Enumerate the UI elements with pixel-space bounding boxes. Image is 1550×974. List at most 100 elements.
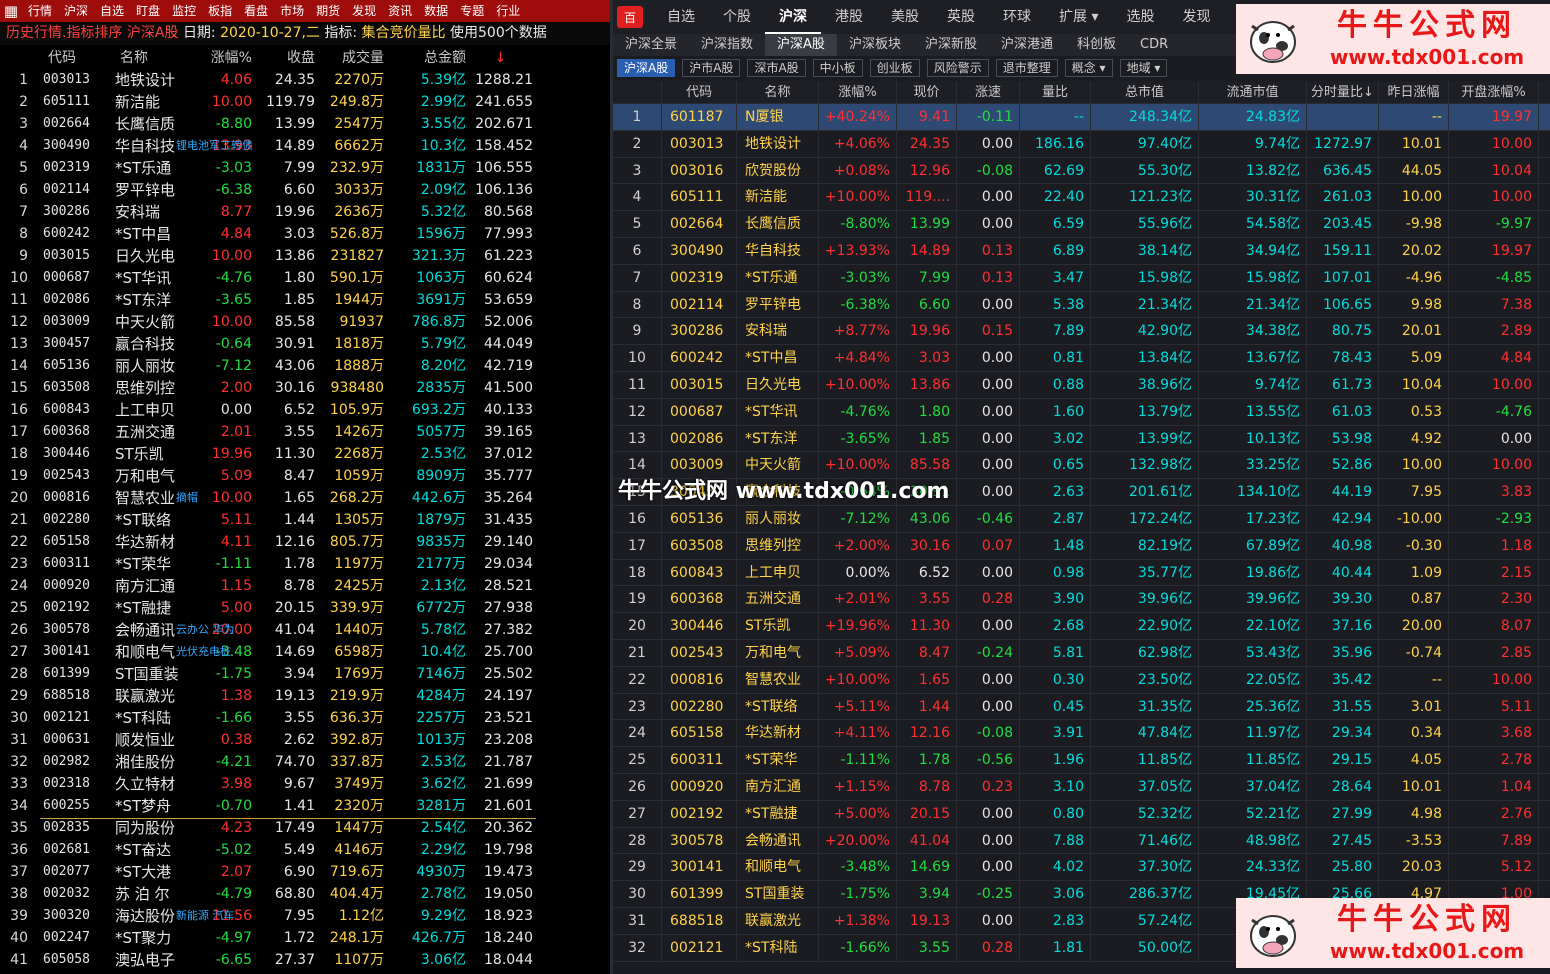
- col-change-pct[interactable]: 涨幅%: [819, 81, 897, 104]
- top-tab[interactable]: 发现: [1168, 0, 1224, 34]
- left-menu-item[interactable]: 数据: [418, 0, 454, 22]
- table-row[interactable]: 2 003013 地铁设计 +4.06% 24.35 0.00 186.16 97.40亿 9.…: [613, 130, 1550, 158]
- title-indicator[interactable]: 集合竞价量比: [362, 25, 446, 41]
- left-menu-item[interactable]: 盯盘: [130, 0, 166, 22]
- table-row[interactable]: 25 600311 *ST荣华 -1.11% 1.78 -0.56 1.96 11.85亿 11…: [613, 747, 1550, 774]
- table-row[interactable]: 34 600255 *ST梦舟 -0.70 1.41 2320万 3281万 21.601: [0, 795, 610, 817]
- filter-tab[interactable]: 概念 ▾: [1064, 59, 1113, 77]
- table-row[interactable]: 7 002319 *ST乐通 -3.03% 7.99 0.13 3.47 15.98亿 15.9…: [613, 264, 1550, 292]
- col-volume[interactable]: 成交量: [318, 47, 384, 69]
- table-row[interactable]: 15 603508 思维列控 2.00 30.16 938480 2835万 41.500: [0, 377, 610, 399]
- col-code[interactable]: 代码: [48, 47, 76, 69]
- table-row[interactable]: 28 601399 ST国重装 -1.75 3.94 1769万 7146万 25.502: [0, 663, 610, 685]
- sub-tab[interactable]: 沪深指数: [689, 34, 765, 56]
- table-row[interactable]: 25 002192 *ST融捷 5.00 20.15 339.9万 6772万 27.938: [0, 597, 610, 619]
- table-row[interactable]: 24 000920 南方汇通 1.15 8.78 2425万 2.13亿 28.521: [0, 575, 610, 597]
- table-row[interactable]: 18 300446 ST乐凯 19.96 11.30 2268万 2.53亿 37.012: [0, 443, 610, 465]
- col-total-market-cap[interactable]: 总市值: [1091, 81, 1199, 104]
- table-row[interactable]: 11 002086 *ST东洋 -3.65 1.85 1944万 3691万 53.659: [0, 289, 610, 311]
- col-intraday-volume-ratio[interactable]: 分时量比↓: [1307, 81, 1379, 104]
- filter-tab[interactable]: 沪市A股: [682, 59, 741, 77]
- col-row-index[interactable]: [613, 81, 662, 104]
- table-row[interactable]: 23 600311 *ST荣华 -1.11 1.78 1197万 2177万 29.034: [0, 553, 610, 575]
- table-row[interactable]: 22 000816 智慧农业 +10.00% 1.65 0.00 0.30 23.50亿 22.…: [613, 666, 1550, 694]
- title-date[interactable]: 2020-10-27,二: [220, 25, 320, 41]
- col-current-price[interactable]: 现价: [897, 81, 957, 104]
- left-menu-item[interactable]: 行情: [22, 0, 58, 22]
- table-row[interactable]: 39 300320 海达股份 11.56 7.95 1.12亿 9.29亿 18.923 新能源…: [0, 905, 610, 927]
- left-menu-item[interactable]: 监控: [166, 0, 202, 22]
- left-menu-item[interactable]: 板指: [202, 0, 238, 22]
- table-row[interactable]: 13 002086 *ST东洋 -3.65% 1.85 0.00 3.02 13.99亿 10.…: [613, 425, 1550, 453]
- table-row[interactable]: 38 002032 苏 泊 尔 -4.79 68.80 404.4万 2.78亿 19.050: [0, 883, 610, 905]
- top-tab[interactable]: 港股: [821, 0, 877, 34]
- left-menu-item[interactable]: 行业: [490, 0, 526, 22]
- top-tab[interactable]: 环球: [989, 0, 1045, 34]
- table-row[interactable]: 32 002982 湘佳股份 -4.21 74.70 337.8万 2.53亿 21.787: [0, 751, 610, 773]
- filter-tab[interactable]: 地域 ▾: [1119, 59, 1168, 77]
- sub-tab[interactable]: 沪深板块: [837, 34, 913, 56]
- table-row[interactable]: 11 003015 日久光电 +10.00% 13.86 0.00 0.88 38.96亿 9.…: [613, 372, 1550, 399]
- table-row[interactable]: 8 600242 *ST中昌 4.84 3.03 526.8万 1596万 77.993: [0, 223, 610, 245]
- col-stock-name[interactable]: 名称: [737, 81, 819, 104]
- table-row[interactable]: 29 688518 联赢激光 1.38 19.13 219.9万 4284万 24.197: [0, 685, 610, 707]
- sub-tab[interactable]: 沪深新股: [913, 34, 989, 56]
- table-row[interactable]: 1 601187 N厦银 +40.24% 9.41 -0.11 -- 248.34亿 24.83…: [613, 104, 1550, 131]
- table-row[interactable]: 22 605158 华达新材 4.11 12.16 805.7万 9835万 29.140: [0, 531, 610, 553]
- col-pct[interactable]: 涨幅%: [190, 47, 252, 69]
- table-row[interactable]: 12 003009 中天火箭 10.00 85.58 91937 786.8万 52.006: [0, 311, 610, 333]
- col-volume-ratio[interactable]: 量比: [1020, 81, 1091, 104]
- table-row[interactable]: 27 300141 和顺电气 -3.48 14.69 6598万 10.4亿 25.700 光伏…: [0, 641, 610, 663]
- sub-tab[interactable]: 沪深A股: [765, 34, 837, 56]
- table-row[interactable]: 6 300490 华自科技 +13.93% 14.89 0.13 6.89 38.14亿 34.…: [613, 238, 1550, 265]
- table-row[interactable]: 5 002319 *ST乐通 -3.03 7.99 232.9万 1831万 106.555: [0, 157, 610, 179]
- left-menu-item[interactable]: 专题: [454, 0, 490, 22]
- top-tab[interactable]: 个股: [709, 0, 765, 34]
- table-row[interactable]: 5 002664 长鹰信质 -8.80% 13.99 0.00 6.59 55.96亿 54.5…: [613, 211, 1550, 238]
- col-close[interactable]: 收盘: [255, 47, 315, 69]
- table-row[interactable]: 4 300490 华自科技 13.93 14.89 6662万 10.3亿 158.452 锂电…: [0, 135, 610, 157]
- filter-tab[interactable]: 中小板: [812, 59, 863, 77]
- sort-arrow-icon[interactable]: ↓: [468, 47, 533, 69]
- table-row[interactable]: 20 300446 ST乐凯 +19.96% 11.30 0.00 2.68 22.90亿 22…: [613, 613, 1550, 640]
- table-row[interactable]: 21 002280 *ST联络 5.11 1.44 1305万 1879万 31.435: [0, 509, 610, 531]
- table-row[interactable]: 7 300286 安科瑞 8.77 19.96 2636万 5.32亿 80.568: [0, 201, 610, 223]
- table-row[interactable]: 21 002543 万和电气 +5.09% 8.47 -0.24 5.81 62.98亿 53.…: [613, 640, 1550, 667]
- top-tab[interactable]: 美股: [877, 0, 933, 34]
- filter-tab[interactable]: 沪深A股: [617, 59, 676, 77]
- filter-tab[interactable]: 退市整理: [995, 59, 1058, 77]
- sub-tab[interactable]: CDR: [1128, 34, 1180, 56]
- top-tab[interactable]: 自选: [653, 0, 709, 34]
- filter-tab[interactable]: 深市A股: [747, 59, 806, 77]
- table-row[interactable]: 24 605158 华达新材 +4.11% 12.16 -0.08 3.91 47.84亿 11…: [613, 720, 1550, 748]
- table-row[interactable]: 33 002318 久立特材 3.98 9.67 3749万 3.62亿 21.699: [0, 773, 610, 795]
- left-menu-item[interactable]: 自选: [94, 0, 130, 22]
- table-row[interactable]: 8 002114 罗平锌电 -6.38% 6.60 0.00 5.38 21.34亿 21.34…: [613, 291, 1550, 319]
- table-row[interactable]: 27 002192 *ST融捷 +5.00% 20.15 0.00 0.80 52.32亿 52…: [613, 800, 1550, 828]
- col-change-speed[interactable]: 涨速: [957, 81, 1020, 104]
- table-row[interactable]: 18 600843 上工申贝 0.00% 6.52 0.00 0.98 35.77亿 19.86…: [613, 559, 1550, 587]
- top-tab[interactable]: 英股: [933, 0, 989, 34]
- left-menu-item[interactable]: 期货: [310, 0, 346, 22]
- top-tab[interactable]: 选股: [1112, 0, 1168, 34]
- top-tab[interactable]: 沪深: [765, 0, 821, 34]
- col-stock-code[interactable]: 代码: [662, 81, 737, 104]
- table-row[interactable]: 10 600242 *ST中昌 +4.84% 3.03 0.00 0.81 13.84亿 13.…: [613, 345, 1550, 372]
- table-row[interactable]: 28 300578 会畅通讯 +20.00% 41.04 0.00 7.88 71.46亿 48…: [613, 827, 1550, 855]
- table-row[interactable]: 30 002121 *ST科陆 -1.66 3.55 636.3万 2257万 23.521: [0, 707, 610, 729]
- table-row[interactable]: 29 300141 和顺电气 -3.48% 14.69 0.00 4.02 37.30亿 24.…: [613, 854, 1550, 882]
- table-row[interactable]: 26 300578 会畅通讯 20.00 41.04 1440万 5.78亿 27.382 云办…: [0, 619, 610, 641]
- col-float-market-cap[interactable]: 流通市值: [1199, 81, 1307, 104]
- grid-menu-icon[interactable]: ▦: [0, 0, 22, 22]
- table-row[interactable]: 9 003015 日久光电 10.00 13.86 231827 321.3万 61.223: [0, 245, 610, 267]
- table-row[interactable]: 17 603508 思维列控 +2.00% 30.16 0.07 1.48 82.19亿 67.…: [613, 532, 1550, 560]
- sub-tab[interactable]: 沪深港通: [989, 34, 1065, 56]
- left-menu-item[interactable]: 看盘: [238, 0, 274, 22]
- filter-tab[interactable]: 风险警示: [926, 59, 989, 77]
- table-row[interactable]: 10 000687 *ST华讯 -4.76 1.80 590.1万 1063万 60.624: [0, 267, 610, 289]
- table-row[interactable]: 12 000687 *ST华讯 -4.76% 1.80 0.00 1.60 13.79亿 13.…: [613, 398, 1550, 426]
- table-row[interactable]: 36 002681 *ST奋达 -5.02 5.49 4146万 2.29亿 19.798: [0, 839, 610, 861]
- table-row[interactable]: 41 605058 澳弘电子 -6.65 27.37 1107万 3.06亿 18.044: [0, 949, 610, 971]
- table-row[interactable]: 23 002280 *ST联络 +5.11% 1.44 0.00 0.45 31.35亿 25.…: [613, 693, 1550, 721]
- col-prev-day-change[interactable]: 昨日涨幅: [1379, 81, 1449, 104]
